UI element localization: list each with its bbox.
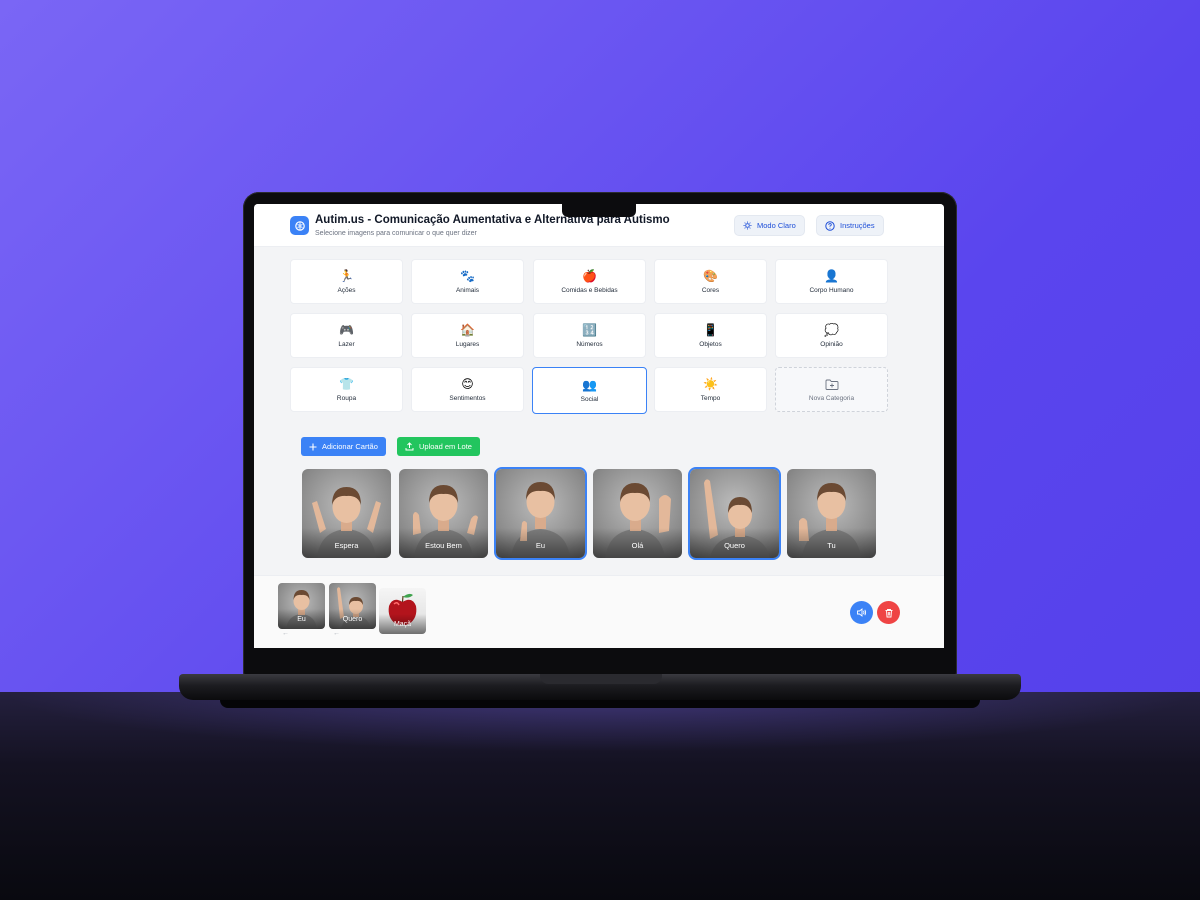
card-quero[interactable]: Quero bbox=[690, 469, 779, 558]
category-numeros[interactable]: 🔢 Números bbox=[533, 313, 646, 358]
category-label: Números bbox=[576, 340, 603, 348]
speak-button[interactable] bbox=[850, 601, 873, 624]
apple-icon: 🍎 bbox=[582, 268, 597, 283]
sentence-item-label: Eu bbox=[278, 609, 325, 629]
batch-upload-button[interactable]: Upload em Lote bbox=[397, 437, 480, 456]
category-label: Nova Categoria bbox=[808, 394, 855, 402]
sentence-item-quero[interactable]: Quero bbox=[329, 583, 376, 629]
laptop-base-notch bbox=[540, 674, 662, 684]
sentence-item-eu[interactable]: Eu bbox=[278, 583, 325, 629]
category-social[interactable]: 👥 Social bbox=[532, 367, 647, 414]
category-label: Comidas e Bebidas bbox=[561, 286, 618, 294]
category-label: Sentimentos bbox=[449, 394, 486, 402]
sun-weather-icon: ☀️ bbox=[703, 376, 718, 391]
people-icon: 👥 bbox=[582, 377, 597, 392]
card-estou-bem[interactable]: Estou Bem bbox=[399, 469, 488, 558]
category-label: Lugares bbox=[455, 340, 480, 348]
category-animais[interactable]: 🐾 Animais bbox=[411, 259, 524, 304]
light-mode-button[interactable]: Modo Claro bbox=[734, 215, 805, 236]
phone-icon: 📱 bbox=[703, 322, 718, 337]
card-espera[interactable]: Espera bbox=[302, 469, 391, 558]
sentence-item-maca[interactable]: Maçã bbox=[379, 588, 426, 634]
category-roupa[interactable]: 👕 Roupa bbox=[290, 367, 403, 412]
category-label: Animais bbox=[455, 286, 480, 294]
new-category-button[interactable]: Nova Categoria bbox=[775, 367, 888, 412]
folder-plus-icon bbox=[825, 379, 838, 390]
category-label: Roupa bbox=[336, 394, 357, 402]
app-screen: Autim.us - Comunicação Aumentativa e Alt… bbox=[254, 204, 944, 648]
sentence-item-label: Quero bbox=[329, 609, 376, 629]
card-label: Eu bbox=[496, 528, 585, 558]
card-eu[interactable]: Eu bbox=[496, 469, 585, 558]
card-label: Estou Bem bbox=[399, 528, 488, 558]
category-label: Social bbox=[580, 395, 599, 403]
card-label: Espera bbox=[302, 528, 391, 558]
sentence-bar: Eu ← Quero ← Maçã bbox=[254, 575, 944, 648]
category-objetos[interactable]: 📱 Objetos bbox=[654, 313, 767, 358]
person-icon: 👤 bbox=[824, 268, 839, 283]
batch-upload-label: Upload em Lote bbox=[419, 442, 472, 451]
running-icon: 🏃 bbox=[339, 268, 354, 283]
card-label: Tu bbox=[787, 528, 876, 558]
category-sentimentos[interactable]: 😊 Sentimentos bbox=[411, 367, 524, 412]
category-tempo[interactable]: ☀️ Tempo bbox=[654, 367, 767, 412]
category-label: Cores bbox=[701, 286, 720, 294]
category-cores[interactable]: 🎨 Cores bbox=[654, 259, 767, 304]
camera-notch bbox=[562, 203, 636, 217]
numbers-icon: 🔢 bbox=[582, 322, 597, 337]
sun-icon bbox=[743, 221, 752, 230]
category-lugares[interactable]: 🏠 Lugares bbox=[411, 313, 524, 358]
card-tu[interactable]: Tu bbox=[787, 469, 876, 558]
category-corpo-humano[interactable]: 👤 Corpo Humano bbox=[775, 259, 888, 304]
card-label: Quero bbox=[690, 528, 779, 558]
sentence-item-label: Maçã bbox=[379, 614, 426, 634]
arrow-left-icon[interactable]: ← bbox=[282, 630, 289, 637]
laptop-base-shadow bbox=[220, 700, 980, 708]
category-acoes[interactable]: 🏃 Ações bbox=[290, 259, 403, 304]
app-subtitle: Selecione imagens para comunicar o que q… bbox=[315, 230, 477, 237]
instructions-label: Instruções bbox=[840, 221, 875, 230]
brain-logo-icon bbox=[290, 216, 309, 235]
clear-sentence-button[interactable] bbox=[877, 601, 900, 624]
light-mode-label: Modo Claro bbox=[757, 221, 796, 230]
category-label: Lazer bbox=[338, 340, 355, 348]
category-lazer[interactable]: 🎮 Lazer bbox=[290, 313, 403, 358]
plus-icon bbox=[309, 443, 317, 450]
add-card-button[interactable]: Adicionar Cartão bbox=[301, 437, 386, 456]
card-label: Olá bbox=[593, 528, 682, 558]
category-label: Objetos bbox=[699, 340, 722, 348]
speaker-icon bbox=[857, 608, 867, 617]
category-opiniao[interactable]: 💭 Opinião bbox=[775, 313, 888, 358]
category-label: Tempo bbox=[700, 394, 721, 402]
category-label: Opinião bbox=[820, 340, 843, 348]
upload-icon bbox=[405, 442, 414, 451]
thought-bubble-icon: 💭 bbox=[824, 322, 839, 337]
help-circle-icon bbox=[825, 220, 835, 231]
shirt-icon: 👕 bbox=[339, 376, 354, 391]
card-ola[interactable]: Olá bbox=[593, 469, 682, 558]
house-icon: 🏠 bbox=[460, 322, 475, 337]
arrow-left-icon[interactable]: ← bbox=[333, 630, 340, 637]
category-label: Ações bbox=[337, 286, 356, 294]
gamepad-icon: 🎮 bbox=[339, 322, 354, 337]
smile-icon: 😊 bbox=[461, 376, 474, 391]
paw-icon: 🐾 bbox=[460, 268, 475, 283]
trash-icon bbox=[885, 608, 892, 617]
category-label: Corpo Humano bbox=[809, 286, 854, 294]
palette-icon: 🎨 bbox=[703, 268, 718, 283]
category-comidas-e-bebidas[interactable]: 🍎 Comidas e Bebidas bbox=[533, 259, 646, 304]
instructions-button[interactable]: Instruções bbox=[816, 215, 884, 236]
add-card-label: Adicionar Cartão bbox=[322, 442, 378, 451]
